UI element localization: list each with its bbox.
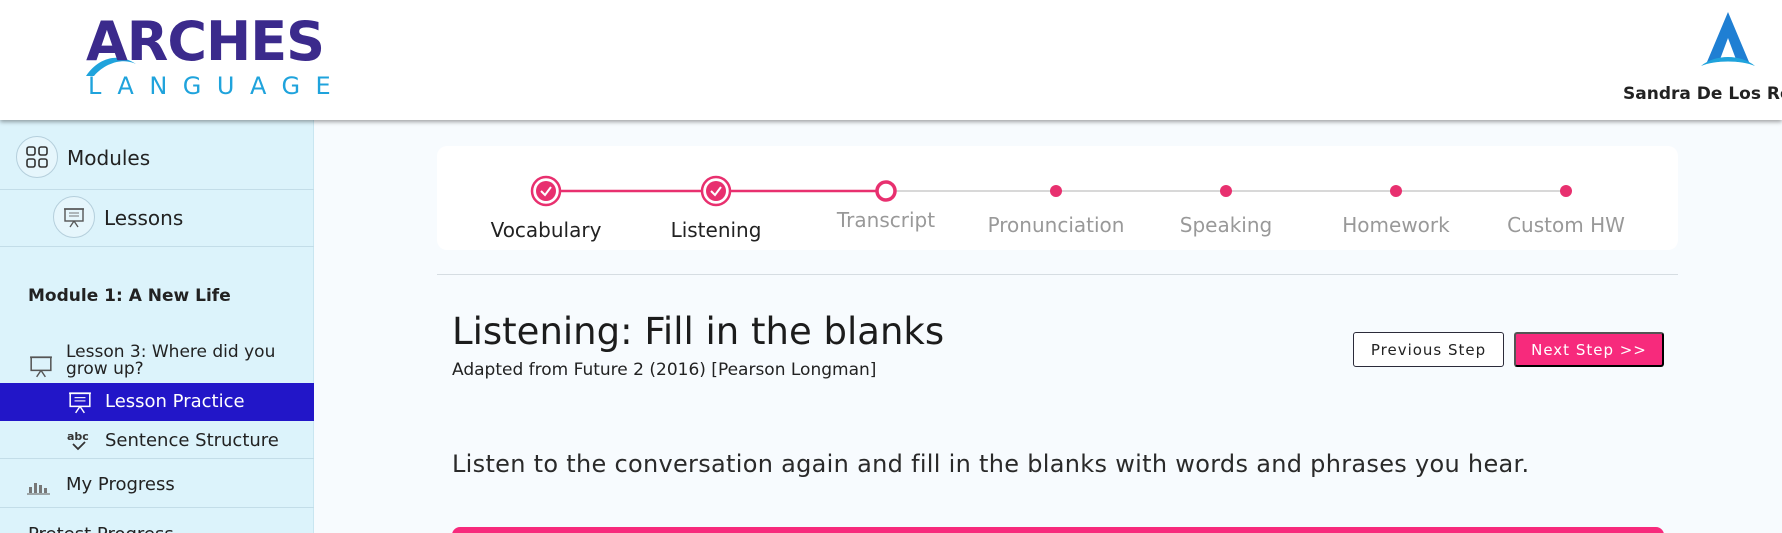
sidebar-item-pretest-progress[interactable]: Pretest Progress <box>28 524 174 533</box>
sidebar-item-label: My Progress <box>66 474 175 495</box>
lesson-title[interactable]: Lesson 3: Where did you grow up? <box>66 344 306 378</box>
step-pronunciation-marker[interactable] <box>1050 185 1062 197</box>
next-step-button[interactable]: Next Step >> <box>1514 332 1664 367</box>
sidebar-item-lesson-practice[interactable]: Lesson Practice <box>0 383 314 421</box>
sidebar-divider <box>0 189 314 190</box>
sidebar-divider <box>0 246 314 247</box>
step-homework-marker[interactable] <box>1390 185 1402 197</box>
step-listening-marker[interactable] <box>700 175 732 207</box>
user-name[interactable]: Sandra De Los Reyes <box>1623 84 1782 104</box>
sidebar-item-label: Lesson Practice <box>105 391 245 412</box>
previous-step-button[interactable]: Previous Step <box>1353 332 1504 367</box>
page-subtitle: Adapted from Future 2 (2016) [Pearson Lo… <box>452 360 877 380</box>
step-speaking-marker[interactable] <box>1220 185 1232 197</box>
sidebar-divider <box>0 458 314 459</box>
sidebar-item-label: Sentence Structure <box>105 430 279 451</box>
step-label-speaking[interactable]: Speaking <box>1141 213 1311 237</box>
page-title: Listening: Fill in the blanks <box>452 310 945 353</box>
svg-text:abc: abc <box>67 430 89 443</box>
abc-check-icon: abc <box>67 430 89 451</box>
module-title[interactable]: Module 1: A New Life <box>28 286 231 306</box>
sidebar-item-sentence-structure[interactable]: abc Sentence Structure <box>0 423 314 459</box>
step-label-homework[interactable]: Homework <box>1311 213 1481 237</box>
step-label-listening[interactable]: Listening <box>631 218 801 242</box>
sidebar-lessons-link[interactable]: Lessons <box>104 206 183 230</box>
step-label-pronunciation[interactable]: Pronunciation <box>971 213 1141 237</box>
arches-language-logo[interactable]: ARCHES LANGUAGE <box>84 14 354 100</box>
presentation-board-icon <box>69 392 91 414</box>
step-transcript-marker[interactable] <box>875 180 897 202</box>
presentation-board-icon <box>30 356 52 378</box>
arches-a-logo-icon[interactable] <box>1697 10 1759 70</box>
sidebar-modules-link[interactable]: Modules <box>67 146 150 170</box>
top-header: ARCHES LANGUAGE Sandra De Los Reyes <box>0 0 1782 120</box>
progress-stepper: Vocabulary Listening Transcript Pronunciati… <box>437 146 1678 250</box>
logo-title: ARCHES <box>86 10 325 73</box>
sidebar: Modules Lessons Module 1: A New Life Les… <box>0 120 314 533</box>
exercise-panel-top <box>452 527 1664 533</box>
logo-subtitle: LANGUAGE <box>88 72 347 100</box>
step-label-transcript[interactable]: Transcript <box>801 208 971 232</box>
bar-chart-icon <box>27 483 50 495</box>
step-label-vocabulary[interactable]: Vocabulary <box>461 218 631 242</box>
grid-icon[interactable] <box>16 136 58 178</box>
step-vocabulary-marker[interactable] <box>530 175 562 207</box>
step-custom-hw-marker[interactable] <box>1560 185 1572 197</box>
sidebar-divider <box>0 507 314 508</box>
step-label-custom-hw[interactable]: Custom HW <box>1481 213 1651 237</box>
sidebar-item-my-progress[interactable]: My Progress <box>0 464 314 504</box>
presentation-board-icon[interactable] <box>53 196 95 238</box>
content-divider <box>437 274 1678 275</box>
instruction-text: Listen to the conversation again and fil… <box>452 450 1530 478</box>
